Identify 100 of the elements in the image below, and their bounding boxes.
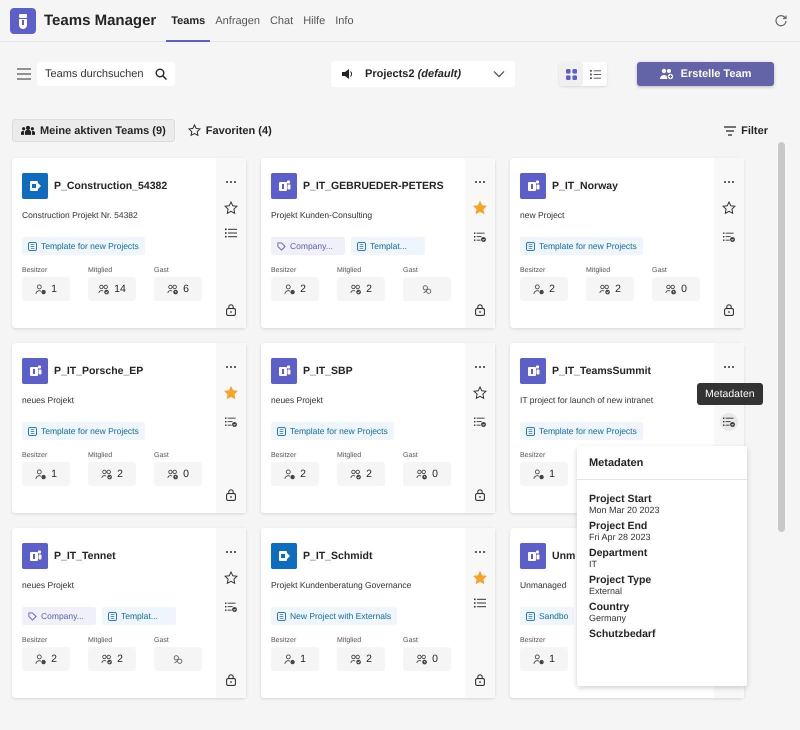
favorite-star-icon[interactable] (722, 201, 736, 215)
site-logo-icon (271, 543, 297, 569)
team-logo-icon (520, 173, 546, 199)
team-description: IT project for launch of new intranet (520, 395, 654, 405)
template-tag[interactable]: Sandbo (520, 607, 574, 625)
nav-tab[interactable]: Chat (264, 0, 298, 42)
stat-count: 0 (432, 653, 438, 665)
stat-count: 2 (615, 283, 621, 295)
metadata-value: Fri Apr 28 2023 (589, 532, 652, 542)
more-icon[interactable] (723, 365, 735, 369)
template-tag[interactable]: Template for new Projects (22, 422, 145, 440)
nav-tab[interactable]: Info (330, 0, 359, 42)
stat-count: 2 (117, 468, 123, 480)
template-tag[interactable]: New Project with Externals (271, 607, 398, 625)
team-description: Projekt Kundenberatung Governance (271, 580, 412, 590)
more-icon[interactable] (225, 365, 237, 369)
owner-icon (284, 654, 296, 664)
more-icon[interactable] (474, 365, 486, 369)
list-icon[interactable] (225, 228, 237, 238)
favorite-star-icon[interactable] (473, 201, 487, 215)
guest-icon (416, 654, 428, 664)
template-tag[interactable]: Template for new Projects (520, 422, 643, 440)
star-icon (188, 124, 201, 137)
favorite-star-icon[interactable] (473, 386, 487, 400)
site-logo-icon (22, 173, 48, 199)
team-logo-icon (520, 358, 546, 384)
template-tag[interactable]: Templat... (351, 237, 425, 255)
metadata-label: Schutzbedarf (589, 628, 657, 640)
metadata-label: Project Start (589, 493, 652, 505)
guest-icon (416, 468, 428, 480)
more-icon[interactable] (474, 550, 486, 554)
template-tag[interactable]: Template for new Projects (22, 237, 145, 255)
nav-tab[interactable]: Anfragen (210, 0, 265, 42)
member-icon (101, 468, 114, 480)
guest-icon (167, 468, 180, 480)
team-name: P_IT_Tennet (54, 550, 116, 562)
grid-view-button[interactable] (559, 62, 583, 86)
favorite-star-icon[interactable] (224, 386, 238, 400)
metadata-value: External (589, 586, 624, 596)
guest-icon (421, 284, 433, 294)
nav-tab[interactable]: Teams (166, 0, 210, 42)
team-description: Construction Projekt Nr. 54382 (22, 210, 138, 220)
team-description: neues Projekt (22, 395, 74, 405)
template-tag[interactable]: Templat... (102, 607, 176, 625)
owner-icon (35, 654, 48, 664)
list-view-button[interactable] (583, 62, 607, 86)
team-name: P_IT_Porsche_EP (54, 365, 144, 377)
guest-icon (167, 284, 180, 294)
member-icon (599, 284, 612, 294)
list-icon (590, 68, 600, 80)
favorite-star-icon[interactable] (224, 201, 238, 215)
stat-count: 1 (51, 468, 57, 480)
label-tag[interactable]: Company... (271, 237, 345, 255)
speaker-icon (341, 68, 353, 80)
menu-icon[interactable] (17, 68, 31, 80)
more-icon[interactable] (474, 180, 486, 184)
stat-count: 2 (117, 653, 123, 665)
filter-tab[interactable]: Favoriten (4) (178, 119, 281, 142)
create-team-button[interactable]: Erstelle Team (637, 62, 774, 86)
owner-icon (35, 468, 48, 480)
favorite-star-icon[interactable] (473, 571, 487, 585)
team-description: neues Projekt (271, 395, 323, 405)
stat-count: 14 (114, 283, 126, 295)
more-icon[interactable] (225, 180, 237, 184)
label-tag[interactable]: Company... (22, 607, 96, 625)
filter-button[interactable]: Filter (718, 124, 774, 138)
tooltip: Metadaten (697, 383, 763, 405)
app-title: Teams Manager (44, 12, 156, 29)
chevron-icon (493, 70, 505, 78)
team-description: Unmanaged (520, 580, 566, 590)
filter-tab[interactable]: Meine aktiven Teams (9) (12, 119, 175, 142)
stat-count: 1 (549, 653, 555, 665)
template-tag[interactable]: Template for new Projects (271, 422, 394, 440)
filter-icon (724, 126, 736, 136)
favorite-star-icon[interactable] (224, 571, 238, 585)
more-icon[interactable] (225, 550, 237, 554)
add-people-icon (660, 68, 674, 80)
template-icon (108, 612, 117, 620)
stat-count: 0 (681, 283, 687, 295)
template-tag[interactable]: Template for new Projects (520, 237, 643, 255)
profile-dropdown[interactable]: Projects2 (default) (331, 61, 515, 87)
scrollbar[interactable] (778, 142, 785, 532)
team-name: P_IT_SBP (303, 365, 353, 377)
metadata-value: IT (589, 559, 598, 569)
team-name: P_IT_Schmidt (303, 550, 372, 562)
more-icon[interactable] (723, 180, 735, 184)
stat-count: 0 (432, 468, 438, 480)
stat-count: 2 (300, 283, 306, 295)
owner-icon (533, 284, 546, 294)
nav-tab[interactable]: Hilfe (298, 0, 330, 42)
team-name: P_IT_Norway (552, 180, 618, 192)
metadata-label: Project Type (589, 574, 652, 586)
dropdown-value: Projects2 (default) (365, 68, 462, 80)
team-logo-icon (22, 358, 48, 384)
refresh-icon[interactable] (774, 14, 788, 28)
search-field[interactable]: Teams durchsuchen (37, 62, 175, 86)
guest-icon (172, 654, 184, 664)
metadata-icon[interactable] (720, 413, 738, 431)
list-icon[interactable] (474, 598, 486, 608)
team-logo-icon (22, 543, 48, 569)
